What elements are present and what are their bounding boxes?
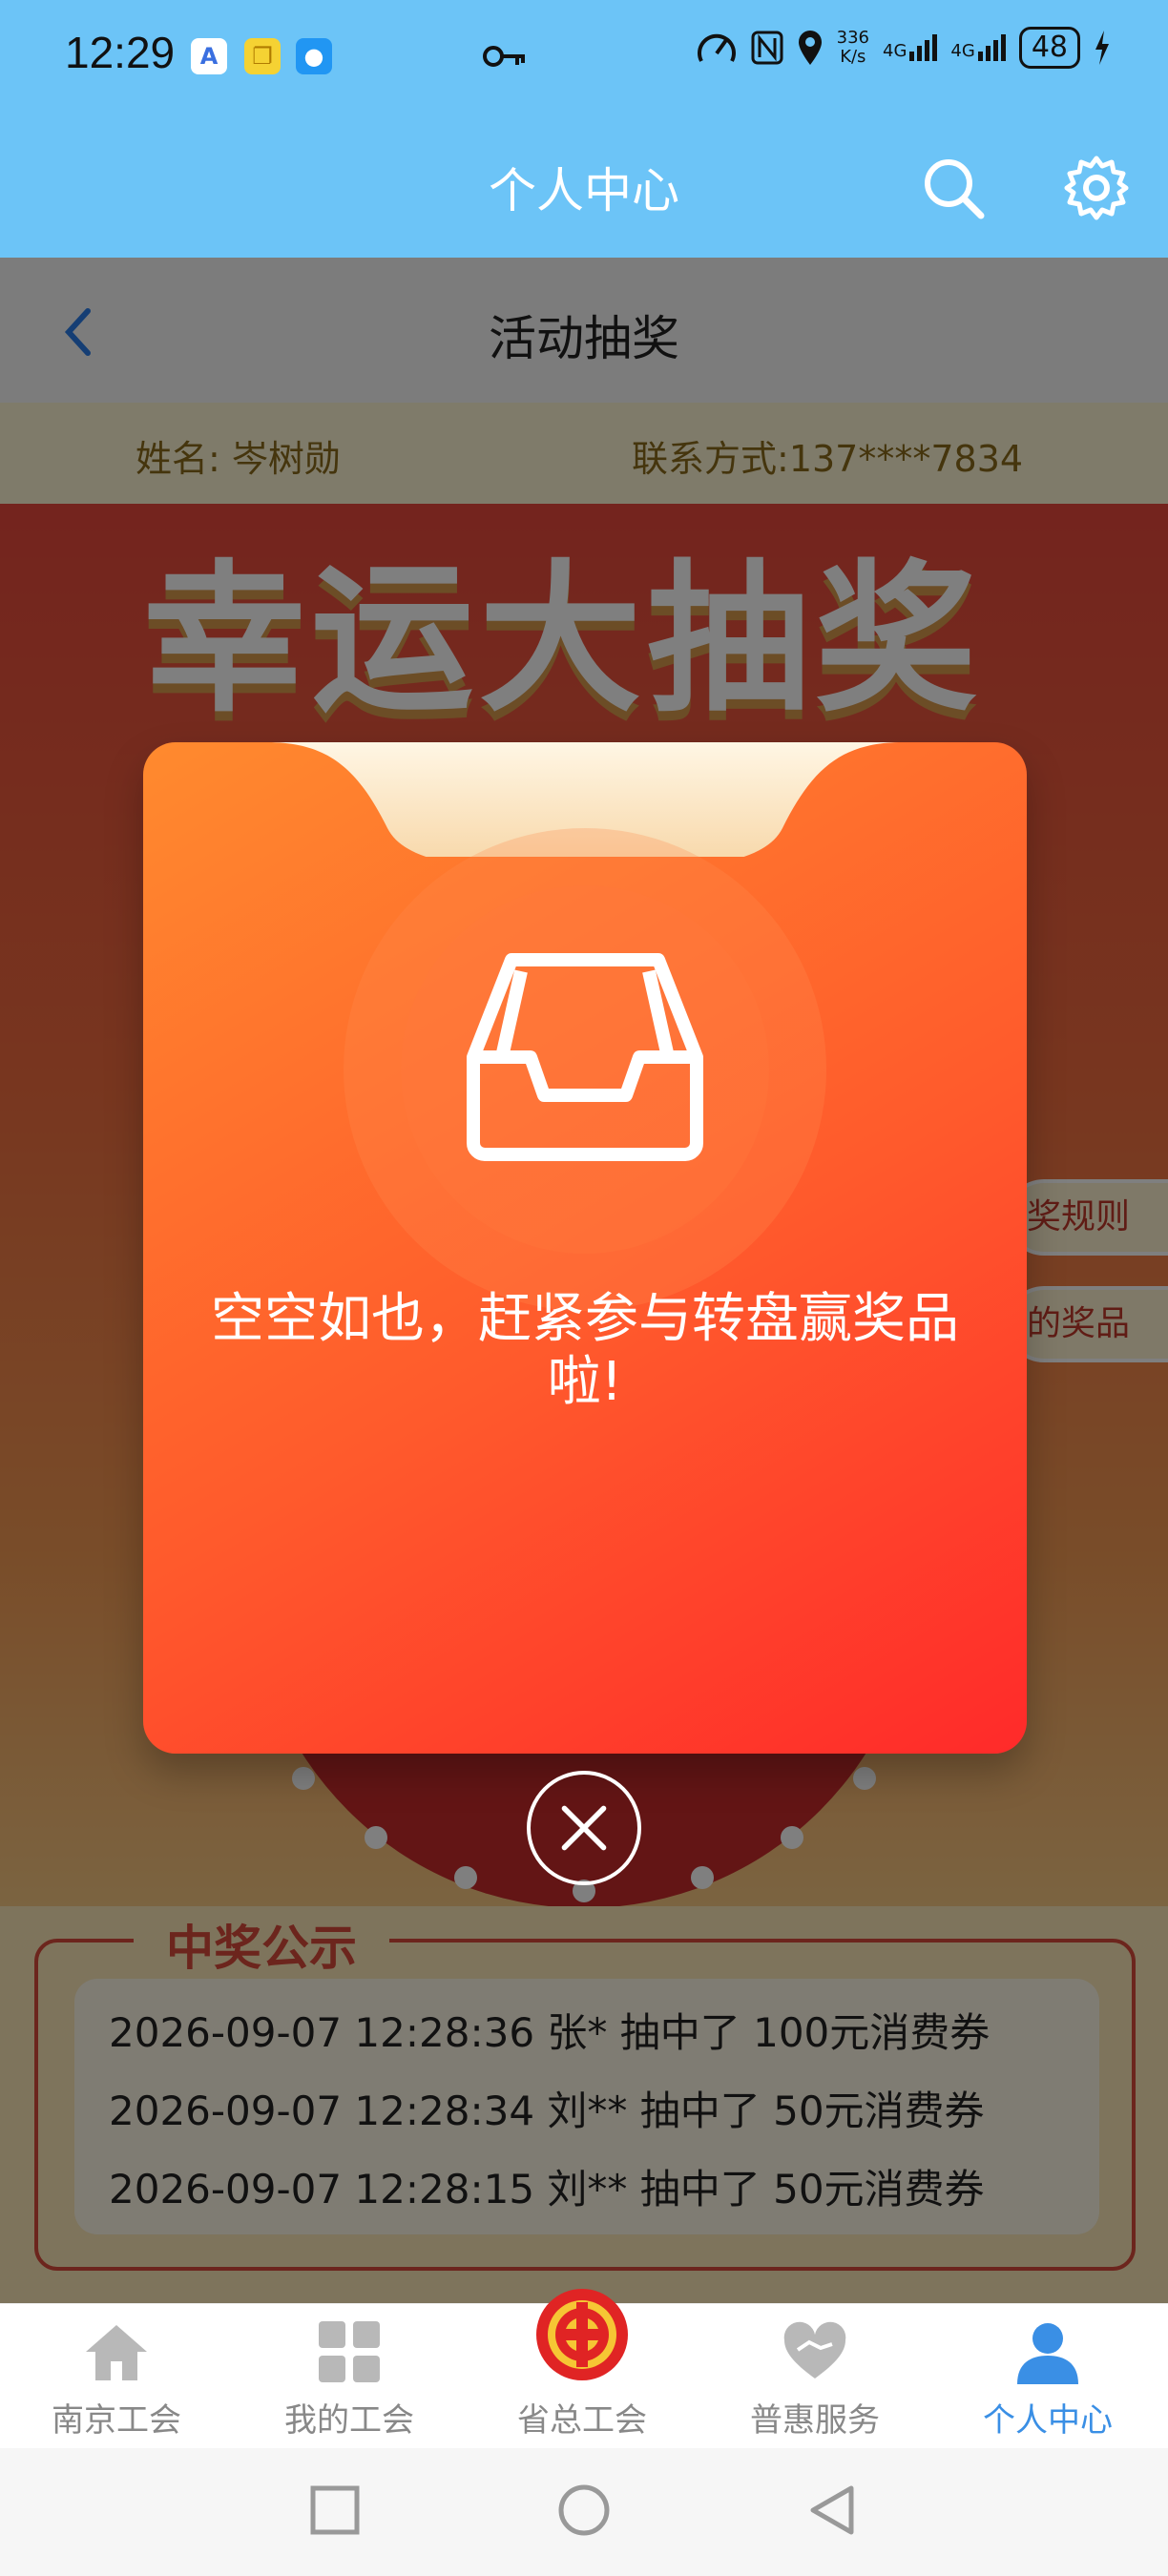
tab-label: 个人中心 [983,2401,1113,2440]
signal-icon: 4G [883,34,938,61]
tab-label: 省总工会 [517,2401,647,2440]
close-icon[interactable] [527,1771,641,1885]
signal-icon: 4G [950,34,1006,61]
bottom-tab-bar: 南京工会 我的工会 省总工会 普惠服务 个人中心 [0,2289,1168,2449]
screen: 12:29 A ❐ ● 336 K/s 4G 4G 48 个人中心 空空如也，赶… [0,0,1168,2576]
status-bar: 12:29 A ❐ ● 336 K/s 4G 4G 48 [0,0,1168,114]
app-bar: 个人中心 [0,114,1168,258]
network-speed: 336 K/s [836,28,869,67]
tab-label: 普惠服务 [750,2401,880,2440]
system-nav-bar [0,2448,1168,2576]
empty-prize-dialog: 空空如也，赶紧参与转盘赢奖品啦! [143,742,1027,1754]
battery-indicator: 48 [1018,27,1080,69]
key-icon [483,46,525,67]
tab-nanjing-union[interactable]: 南京工会 [0,2304,233,2449]
back-triangle-icon[interactable] [800,2477,866,2544]
tab-label: 南京工会 [52,2401,181,2440]
search-icon[interactable] [920,155,987,221]
grid-icon [319,2321,380,2382]
app-copy-icon: ❐ [244,38,281,74]
speed-gauge-icon [697,33,736,62]
chat-bubble-icon: ● [296,38,332,74]
union-emblem-icon [536,2289,628,2380]
gear-icon[interactable] [1063,155,1130,221]
house-icon [86,2325,147,2380]
tab-benefit-services[interactable]: 普惠服务 [699,2304,931,2449]
nfc-icon [751,31,783,65]
tab-personal-center[interactable]: 个人中心 [931,2304,1164,2449]
empty-message: 空空如也，赶紧参与转盘赢奖品啦! [211,1288,959,1413]
heart-hand-icon [783,2321,846,2379]
tab-my-union[interactable]: 我的工会 [233,2304,466,2449]
charging-icon [1095,31,1109,65]
status-right: 336 K/s 4G 4G 48 [696,27,1111,69]
tab-label: 我的工会 [284,2401,414,2440]
person-icon [1017,2323,1078,2384]
home-circle-icon[interactable] [551,2477,617,2544]
empty-inbox-icon [467,953,703,1161]
app-a-icon: A [191,38,227,74]
recent-apps-icon[interactable] [302,2477,368,2544]
location-pin-icon [798,31,822,65]
tab-provincial-union[interactable]: 省总工会 [466,2289,699,2449]
status-time: 12:29 [65,28,176,77]
app-bar-title: 个人中心 [489,163,679,218]
